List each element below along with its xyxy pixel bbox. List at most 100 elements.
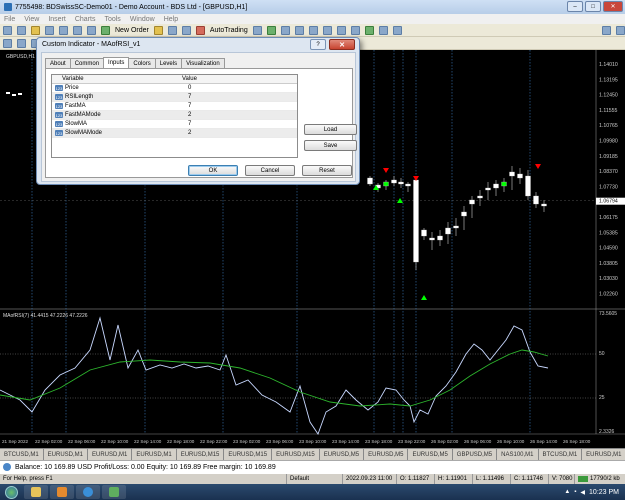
- chat-icon[interactable]: [616, 25, 625, 35]
- menu-window[interactable]: Window: [130, 16, 155, 23]
- meta-editor-icon[interactable]: [153, 25, 163, 35]
- param-row[interactable]: 123 Price 0: [52, 84, 297, 93]
- system-tray: ▲ ▪ ◀: [564, 489, 589, 496]
- symbol-tab[interactable]: EURUSD,M5: [320, 449, 365, 460]
- templates-icon[interactable]: [392, 25, 402, 35]
- symbol-tab[interactable]: NAS100,M1: [497, 449, 539, 460]
- param-name: SlowMAMode: [65, 130, 103, 136]
- symbol-tab[interactable]: EURUSD,M1: [582, 449, 625, 460]
- menu-view[interactable]: View: [24, 16, 39, 23]
- navigator-icon[interactable]: [59, 25, 68, 35]
- table-header: Variable Value: [52, 75, 297, 84]
- param-row[interactable]: 123 RSILength 7: [52, 93, 297, 102]
- time-tick-label: 23 Sep 18:00: [365, 439, 393, 444]
- crosshair-icon[interactable]: [17, 38, 26, 48]
- load-button[interactable]: Load: [304, 124, 357, 135]
- symbol-tab[interactable]: EURUSD,M1: [88, 449, 133, 460]
- new-order-button[interactable]: New Order: [115, 27, 149, 34]
- tab-visualization[interactable]: Visualization: [181, 58, 225, 68]
- symbol-tab[interactable]: BTCUSD,M1: [0, 449, 44, 460]
- buy-arrow: [421, 295, 427, 300]
- candlestick-icon[interactable]: [266, 25, 276, 35]
- new-chart-icon[interactable]: [3, 25, 12, 35]
- symbol-tab[interactable]: EURUSD,M15: [272, 449, 320, 460]
- maximize-button[interactable]: □: [585, 1, 601, 12]
- symbol-tab[interactable]: EURUSD,M1: [132, 449, 177, 460]
- reset-button[interactable]: Reset: [302, 165, 352, 176]
- candle-body: [383, 181, 389, 187]
- dialog-close-button[interactable]: ✕: [329, 39, 355, 50]
- param-value[interactable]: 2: [172, 111, 191, 119]
- start-button[interactable]: [0, 484, 22, 500]
- search-icon[interactable]: [602, 25, 611, 35]
- minimize-button[interactable]: –: [567, 1, 583, 12]
- symbol-tab[interactable]: EURUSD,M15: [177, 449, 225, 460]
- symbol-tab[interactable]: GBPUSD,M5: [453, 449, 498, 460]
- auto-scroll-icon[interactable]: [350, 25, 360, 35]
- param-value[interactable]: 7: [172, 93, 191, 101]
- menu-tools[interactable]: Tools: [104, 16, 120, 23]
- menu-file[interactable]: File: [4, 16, 15, 23]
- menu-charts[interactable]: Charts: [75, 16, 96, 23]
- tab-common[interactable]: Common: [69, 58, 105, 68]
- taskbar-browser[interactable]: [76, 485, 100, 499]
- indicator-scale-label: 73.5605: [599, 311, 617, 317]
- taskbar-explorer[interactable]: [24, 485, 48, 499]
- param-row[interactable]: 123 FastMAMode 2: [52, 111, 297, 120]
- volume-icon[interactable]: ◀: [580, 489, 585, 496]
- price-tick-label: 1.10765: [599, 123, 618, 129]
- market-watch-icon[interactable]: [31, 25, 40, 35]
- signals-icon[interactable]: [167, 25, 177, 35]
- taskbar-terminal[interactable]: [102, 485, 126, 499]
- new-order-icon[interactable]: [101, 25, 110, 35]
- strategy-tester-icon[interactable]: [87, 25, 96, 35]
- param-row[interactable]: 123 SlowMA 7: [52, 120, 297, 129]
- tab-inputs[interactable]: Inputs: [103, 57, 130, 68]
- taskbar-clock[interactable]: 10:23 PM: [589, 489, 625, 496]
- taskbar-media[interactable]: [50, 485, 74, 499]
- close-window-button[interactable]: ✕: [603, 1, 623, 12]
- autotrading-button[interactable]: AutoTrading: [210, 27, 248, 34]
- autotrading-icon[interactable]: [195, 25, 205, 35]
- symbol-tab[interactable]: BTCUSD,M1: [539, 449, 583, 460]
- market-icon[interactable]: [181, 25, 191, 35]
- chart-shift-icon[interactable]: [336, 25, 346, 35]
- line-chart-icon[interactable]: [280, 25, 290, 35]
- terminal-icon[interactable]: [73, 25, 82, 35]
- connection-icon: [578, 476, 588, 482]
- data-window-icon[interactable]: [45, 25, 54, 35]
- candle-body: [367, 177, 373, 185]
- dialog-help-button[interactable]: ?: [310, 39, 326, 50]
- save-button[interactable]: Save: [304, 140, 357, 151]
- param-value[interactable]: 7: [172, 102, 191, 110]
- cursor-icon[interactable]: [3, 38, 12, 48]
- param-row[interactable]: 123 SlowMAMode 2: [52, 129, 297, 138]
- periods-icon[interactable]: [378, 25, 388, 35]
- flag-icon[interactable]: ▲: [564, 489, 570, 495]
- menu-insert[interactable]: Insert: [48, 16, 66, 23]
- menu-help[interactable]: Help: [164, 16, 178, 23]
- network-icon[interactable]: ▪: [574, 489, 576, 495]
- tab-levels[interactable]: Levels: [154, 58, 183, 68]
- symbol-tab[interactable]: EURUSD,M15: [224, 449, 273, 460]
- symbol-tab[interactable]: EURUSD,M5: [408, 449, 453, 460]
- custom-indicator-dialog: Custom Indicator - MAofRSI_v1 ? ✕ About …: [36, 37, 360, 185]
- indicators-icon[interactable]: [364, 25, 374, 35]
- tab-about[interactable]: About: [45, 58, 71, 68]
- profiles-icon[interactable]: [17, 25, 26, 35]
- time-tick-label: 23 Sep 10:00: [299, 439, 327, 444]
- zoom-in-icon[interactable]: [294, 25, 304, 35]
- zoom-out-icon[interactable]: [308, 25, 318, 35]
- param-row[interactable]: 123 FastMA 7: [52, 102, 297, 111]
- symbol-tab[interactable]: EURUSD,M5: [364, 449, 409, 460]
- symbol-tab[interactable]: EURUSD,M1: [44, 449, 89, 460]
- cancel-button[interactable]: Cancel: [245, 165, 295, 176]
- param-value[interactable]: 7: [172, 120, 191, 128]
- status-help: For Help, press F1: [3, 476, 53, 482]
- tab-colors[interactable]: Colors: [128, 58, 156, 68]
- param-value[interactable]: 2: [172, 129, 191, 137]
- bar-chart-icon[interactable]: [252, 25, 262, 35]
- ok-button[interactable]: OK: [188, 165, 238, 176]
- param-value[interactable]: 0: [172, 84, 191, 92]
- tile-windows-icon[interactable]: [322, 25, 332, 35]
